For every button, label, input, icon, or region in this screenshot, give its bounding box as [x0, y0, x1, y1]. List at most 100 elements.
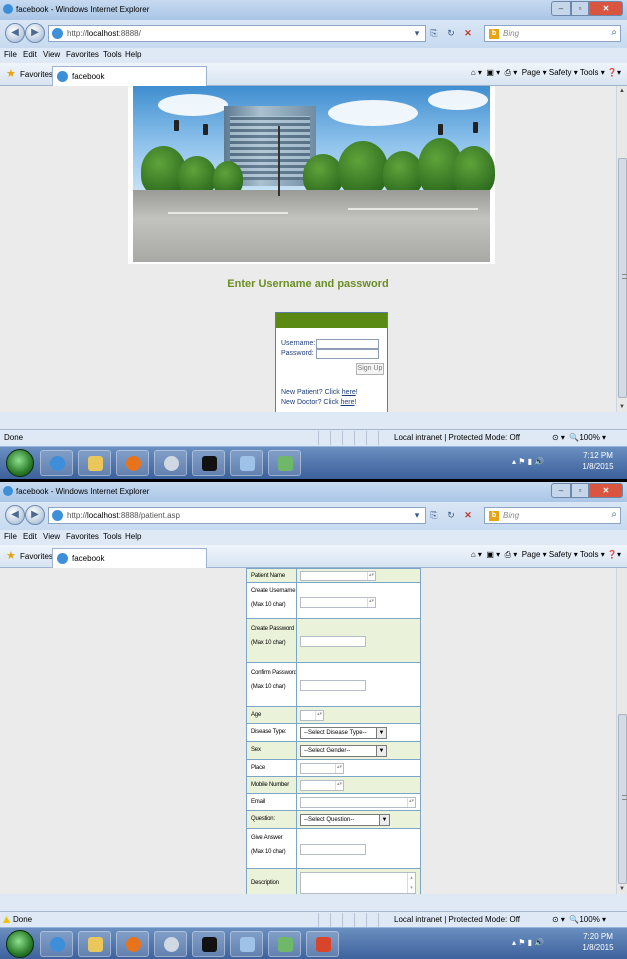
menu-file[interactable]: File — [4, 50, 17, 59]
scroll-down-icon[interactable]: ▼ — [619, 404, 625, 410]
taskbar-media-icon[interactable] — [116, 450, 149, 476]
home-icon[interactable]: ⌂ ▾ — [471, 68, 482, 77]
tab-facebook[interactable]: facebook — [52, 66, 207, 86]
taskbar-cd-icon[interactable] — [154, 450, 187, 476]
compatibility-icon[interactable]: ⎘ — [427, 507, 441, 523]
vertical-scrollbar[interactable]: ▲ ▼ — [616, 86, 627, 412]
print-icon[interactable]: ⎙ ▾ — [505, 550, 518, 559]
menu-edit[interactable]: Edit — [23, 50, 37, 59]
chevron-down-icon[interactable]: ▼ — [379, 815, 389, 825]
taskbar-notepad-icon[interactable] — [230, 450, 263, 476]
create-password-input[interactable] — [300, 636, 366, 647]
new-patient-link[interactable]: here — [342, 389, 356, 396]
help-icon[interactable]: ❓▾ — [607, 68, 621, 77]
tab-facebook[interactable]: facebook — [52, 548, 207, 568]
search-input[interactable]: b Bing ⌕ — [484, 25, 621, 42]
disease-type-select[interactable]: --Select Disease Type-- ▼ — [300, 727, 387, 739]
favorites-button[interactable]: Favorites — [20, 552, 53, 561]
chevron-down-icon[interactable]: ▼ — [376, 728, 386, 738]
forward-button[interactable]: ▶ — [25, 23, 45, 43]
scroll-up-icon[interactable]: ▲ — [619, 88, 625, 94]
print-icon[interactable]: ⎙ ▾ — [505, 68, 518, 77]
back-button[interactable]: ◀ — [5, 23, 25, 43]
security-zone[interactable]: Local intranet | Protected Mode: Off — [394, 915, 520, 924]
maximize-button[interactable]: ▫ — [571, 483, 589, 498]
stop-icon[interactable]: ✕ — [461, 25, 475, 41]
place-input[interactable]: ▴▾ — [300, 763, 344, 774]
mobile-input[interactable]: ▴▾ — [300, 780, 344, 791]
start-button[interactable] — [6, 449, 34, 477]
system-tray[interactable]: ▴ ⚑ ▮ 🔊 — [512, 938, 544, 947]
taskbar-paint-icon[interactable] — [268, 931, 301, 957]
feeds-icon[interactable]: ▣ ▾ — [486, 550, 500, 559]
username-input[interactable] — [316, 339, 379, 349]
close-button[interactable]: ✕ — [589, 1, 623, 16]
compatibility-icon[interactable]: ⎘ — [427, 25, 441, 41]
new-doctor-link[interactable]: here — [341, 399, 355, 406]
minimize-button[interactable]: – — [551, 483, 571, 498]
menu-file[interactable]: File — [4, 532, 17, 541]
create-username-input[interactable]: ▴▾ — [300, 597, 376, 608]
menu-view[interactable]: View — [43, 50, 60, 59]
minimize-button[interactable]: – — [551, 1, 571, 16]
taskbar-ie-icon[interactable] — [40, 931, 73, 957]
confirm-password-input[interactable] — [300, 680, 366, 691]
command-bar[interactable]: ⌂ ▾ ▣ ▾ ⎙ ▾ Page ▾ Safety ▾ Tools ▾ ❓▾ — [471, 68, 621, 78]
command-menus[interactable]: Page ▾ Safety ▾ Tools ▾ — [522, 68, 605, 77]
address-bar[interactable]: http://localhost:8888/patient.asp — [48, 507, 426, 524]
favorites-star-icon[interactable]: ★ — [6, 69, 17, 80]
taskbar-cmd-icon[interactable] — [192, 931, 225, 957]
menu-view[interactable]: View — [43, 532, 60, 541]
clock[interactable]: 7:20 PM 1/8/2015 — [577, 931, 619, 953]
command-menus[interactable]: Page ▾ Safety ▾ Tools ▾ — [522, 550, 605, 559]
feeds-icon[interactable]: ▣ ▾ — [486, 68, 500, 77]
system-tray[interactable]: ▴ ⚑ ▮ 🔊 — [512, 457, 544, 466]
scrollbar-thumb[interactable] — [618, 714, 627, 884]
taskbar-app-icon[interactable] — [306, 931, 339, 957]
menu-tools[interactable]: Tools — [103, 532, 122, 541]
question-select[interactable]: --Select Question-- ▼ — [300, 814, 390, 826]
clock[interactable]: 7:12 PM 1/8/2015 — [577, 450, 619, 472]
taskbar-ie-icon[interactable] — [40, 450, 73, 476]
back-button[interactable]: ◀ — [5, 505, 25, 525]
maximize-button[interactable]: ▫ — [571, 1, 589, 16]
zoom-control[interactable]: ⊙ ▾ 🔍100% ▾ — [552, 915, 606, 924]
email-input[interactable]: ▴▾ — [300, 797, 416, 808]
scroll-down-icon[interactable]: ▼ — [619, 886, 625, 892]
taskbar-media-icon[interactable] — [116, 931, 149, 957]
favorites-button[interactable]: Favorites — [20, 70, 53, 79]
taskbar-explorer-icon[interactable] — [78, 450, 111, 476]
zoom-control[interactable]: ⊙ ▾ 🔍100% ▾ — [552, 433, 606, 442]
chevron-down-icon[interactable]: ▼ — [376, 746, 386, 756]
password-input[interactable] — [316, 349, 379, 359]
favorites-star-icon[interactable]: ★ — [6, 551, 17, 562]
vertical-scrollbar[interactable]: ▼ — [616, 568, 627, 894]
command-bar[interactable]: ⌂ ▾ ▣ ▾ ⎙ ▾ Page ▾ Safety ▾ Tools ▾ ❓▾ — [471, 550, 621, 560]
patient-name-input[interactable]: ▴▾ — [300, 571, 376, 581]
taskbar-cd-icon[interactable] — [154, 931, 187, 957]
description-textarea[interactable]: ▴ ▾ — [300, 872, 416, 894]
menu-help[interactable]: Help — [125, 50, 141, 59]
gender-select[interactable]: --Select Gender-- ▼ — [300, 745, 387, 757]
taskbar-paint-icon[interactable] — [268, 450, 301, 476]
menu-help[interactable]: Help — [125, 532, 141, 541]
search-input[interactable]: b Bing ⌕ — [484, 507, 621, 524]
security-zone[interactable]: Local intranet | Protected Mode: Off — [394, 433, 520, 442]
close-button[interactable]: ✕ — [589, 483, 623, 498]
taskbar-notepad-icon[interactable] — [230, 931, 263, 957]
help-icon[interactable]: ❓▾ — [607, 550, 621, 559]
dropdown-icon[interactable]: ▾ — [410, 25, 424, 41]
stop-icon[interactable]: ✕ — [461, 507, 475, 523]
menu-favorites[interactable]: Favorites — [66, 50, 99, 59]
give-answer-input[interactable] — [300, 844, 366, 855]
menu-favorites[interactable]: Favorites — [66, 532, 99, 541]
refresh-icon[interactable]: ↻ — [444, 507, 458, 523]
menu-edit[interactable]: Edit — [23, 532, 37, 541]
refresh-icon[interactable]: ↻ — [444, 25, 458, 41]
start-button[interactable] — [6, 930, 34, 958]
age-input[interactable]: ▴▾ — [300, 710, 324, 721]
address-bar[interactable]: http://localhost:8888/ — [48, 25, 426, 42]
taskbar-cmd-icon[interactable] — [192, 450, 225, 476]
forward-button[interactable]: ▶ — [25, 505, 45, 525]
scrollbar-thumb[interactable] — [618, 158, 627, 398]
